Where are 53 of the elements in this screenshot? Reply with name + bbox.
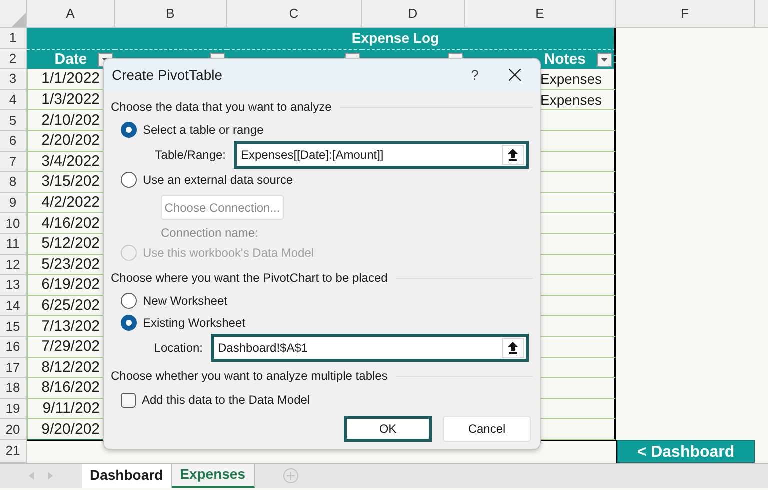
checkbox-label: Add this data to the Data Model xyxy=(142,392,310,409)
row-header[interactable]: 17 xyxy=(0,358,27,378)
column-header[interactable]: D xyxy=(362,0,465,28)
row-header[interactable]: 12 xyxy=(0,254,27,276)
sheet-tab[interactable]: Expenses xyxy=(172,464,254,488)
column-header[interactable]: B xyxy=(115,0,227,28)
radio-label: New Worksheet xyxy=(143,293,228,310)
radio-button[interactable] xyxy=(121,122,137,138)
row-header[interactable]: 19 xyxy=(0,398,27,420)
row-header[interactable]: 3 xyxy=(0,69,27,90)
checkbox[interactable] xyxy=(121,392,136,408)
filter-dropdown-icon[interactable] xyxy=(597,52,612,67)
radio-label: Use an external data source xyxy=(143,172,294,189)
row-header[interactable]: 15 xyxy=(0,316,27,337)
row-header[interactable]: 1 xyxy=(0,28,27,49)
radio-button[interactable] xyxy=(121,293,137,309)
radio-button[interactable] xyxy=(121,172,137,188)
table-range-field[interactable]: Expenses[[Date]:[Amount]] xyxy=(234,141,529,169)
table-title: Expense Log xyxy=(27,28,616,49)
cancel-button[interactable]: Cancel xyxy=(443,416,531,442)
upload-icon[interactable] xyxy=(502,338,524,358)
row-header[interactable]: 6 xyxy=(0,130,27,152)
row-header[interactable]: 18 xyxy=(0,378,27,399)
row-header[interactable]: 10 xyxy=(0,213,27,234)
row-header[interactable]: 7 xyxy=(0,152,27,172)
row-header[interactable]: 20 xyxy=(0,419,27,440)
row-header[interactable]: 4 xyxy=(0,90,27,110)
row-header[interactable]: 2 xyxy=(0,48,27,70)
column-header[interactable]: F xyxy=(616,0,755,28)
row-header[interactable]: 11 xyxy=(0,234,27,255)
location-label: Location: xyxy=(153,340,204,357)
sheet-tab[interactable]: Dashboard xyxy=(82,464,172,488)
column-header[interactable]: A xyxy=(27,0,115,28)
row-header[interactable]: 13 xyxy=(0,275,27,296)
dialog-title: Create PivotTable xyxy=(112,66,224,84)
range-label: Table/Range: xyxy=(154,147,227,164)
row-header[interactable]: 16 xyxy=(0,336,27,358)
radio-button[interactable] xyxy=(121,315,137,331)
connection-name-label: Connection name: xyxy=(161,225,260,242)
column-header[interactable]: E xyxy=(465,0,616,28)
radio-label: Existing Worksheet xyxy=(143,315,246,332)
column-header[interactable]: C xyxy=(227,0,362,28)
location-field[interactable]: Dashboard!$A$1 xyxy=(211,334,529,362)
radio-label: Select a table or range xyxy=(143,122,264,139)
row-header[interactable]: 5 xyxy=(0,110,27,131)
row-header[interactable]: 9 xyxy=(0,192,27,214)
row-header[interactable]: 14 xyxy=(0,296,27,316)
radio-label: Use this workbook's Data Model xyxy=(143,245,314,262)
close-icon[interactable] xyxy=(509,69,521,81)
row-header[interactable]: 8 xyxy=(0,172,27,193)
upload-icon[interactable] xyxy=(502,145,524,165)
row-header[interactable]: 21 xyxy=(0,440,27,463)
ok-button[interactable]: OK xyxy=(344,416,432,442)
